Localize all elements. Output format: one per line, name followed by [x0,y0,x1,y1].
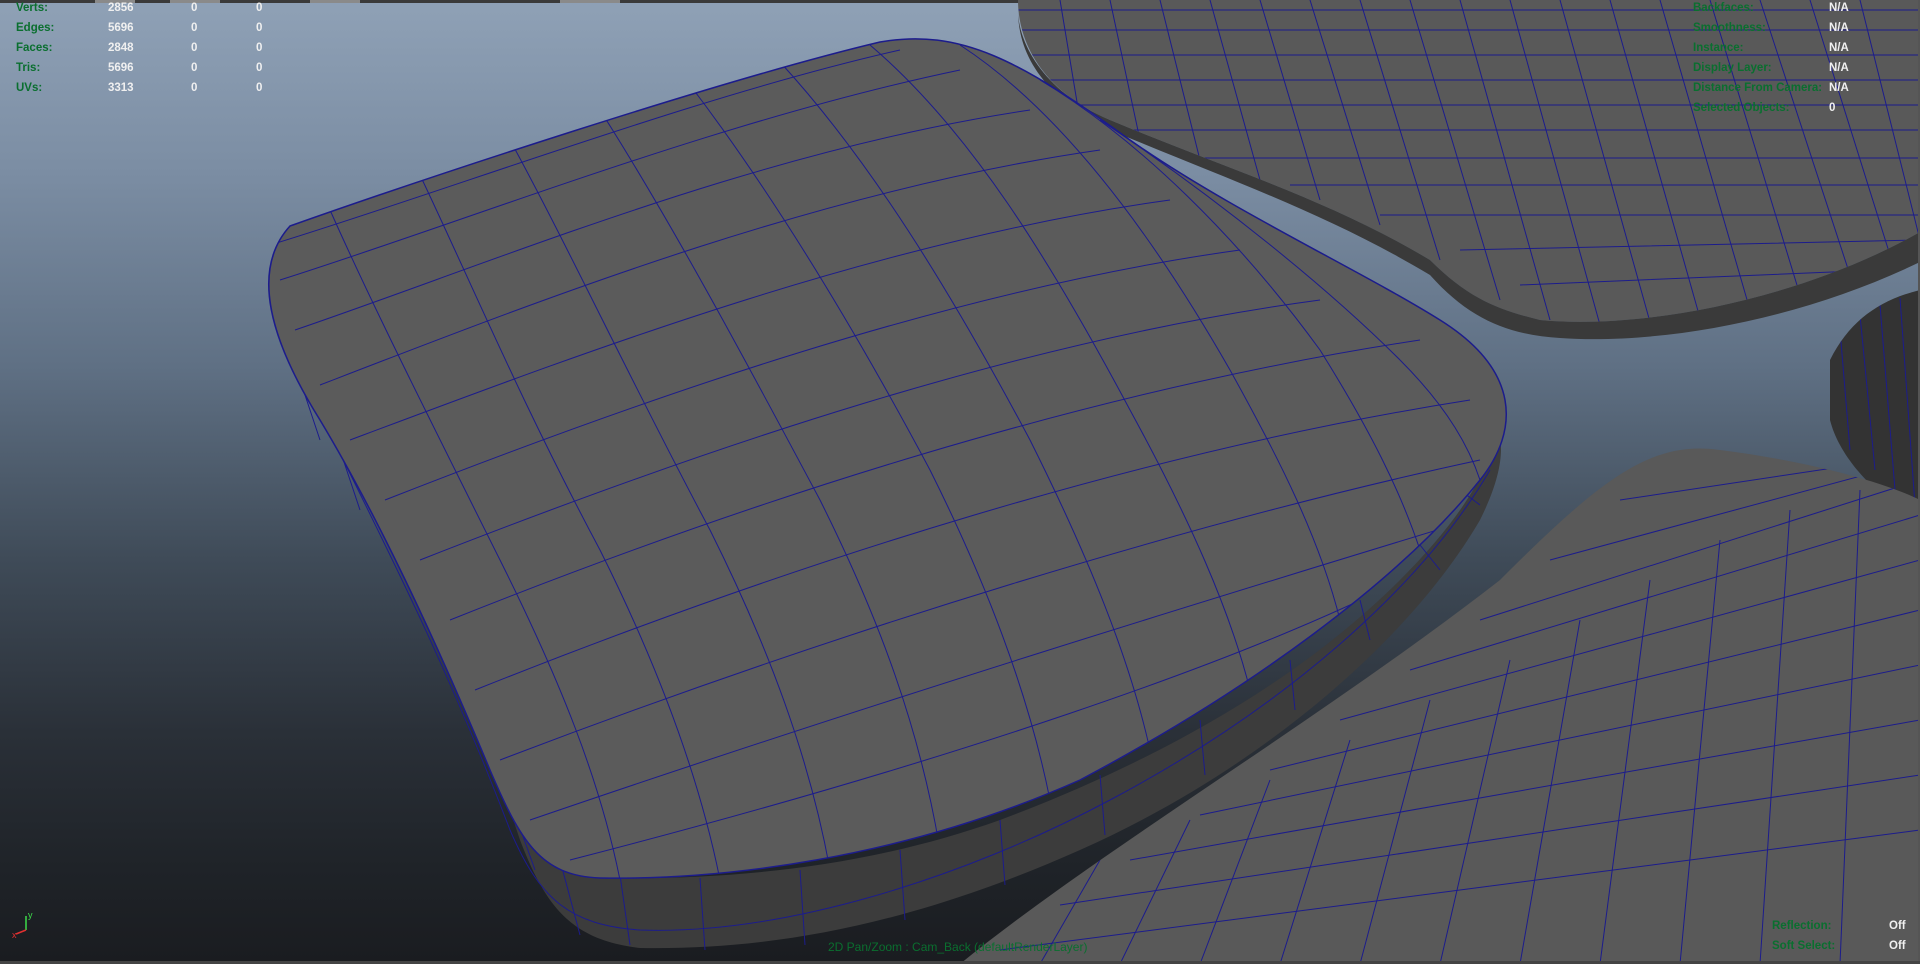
mesh-scene[interactable] [0,0,1920,964]
hud-label: Backfaces: [1693,2,1754,14]
hud-label: Edges: [16,22,55,34]
3d-viewport[interactable]: Verts: 2856 0 0 Edges: 5696 0 0 Faces: 2… [0,0,1920,964]
hud-value: 5696 [108,62,134,74]
view-axis-icon: y x [12,910,33,938]
hud-label: Faces: [16,42,53,54]
hud-label: Selected Objects: [1693,102,1790,114]
hud-value: 2848 [108,42,134,54]
hud-value: 0 [191,62,198,74]
hud-value: N/A [1829,22,1849,34]
hud-row-verts: Verts: 2856 0 0 [16,0,276,18]
hud-value: Off [1889,920,1906,932]
hud-value: 3313 [108,82,134,94]
hud-value: N/A [1829,42,1849,54]
hud-value: 5696 [108,22,134,34]
hud-value: 0 [256,42,263,54]
hud-value: N/A [1829,2,1849,14]
hud-row-selected-objects: Selected Objects: 0 [1693,98,1863,118]
hud-label: Smoothness: [1693,22,1766,34]
hud-value: 0 [256,22,263,34]
hud-row-reflection: Reflection: Off [1772,916,1906,936]
hud-label: Display Layer: [1693,62,1772,74]
hud-row-faces: Faces: 2848 0 0 [16,38,276,58]
hud-value: 0 [256,82,263,94]
object-info-hud: Backfaces: N/A Smoothness: N/A Instance:… [1693,0,1863,120]
hud-value: 0 [256,62,263,74]
hud-label: Tris: [16,62,41,74]
render-options-hud: Reflection: Off Soft Select: Off [1772,916,1906,956]
hud-label: Soft Select: [1772,940,1836,952]
poly-count-hud: Verts: 2856 0 0 Edges: 5696 0 0 Faces: 2… [16,0,276,100]
hud-value: 0 [256,2,263,14]
axis-x-label: x [12,930,17,938]
hud-label: UVs: [16,82,43,94]
hud-label: Instance: [1693,42,1744,54]
hud-label: Distance From Camera: [1693,82,1823,94]
camera-status-line: 2D Pan/Zoom : Cam_Back (defaultRenderLay… [828,940,1088,954]
hud-value: Off [1889,940,1906,952]
hud-row-edges: Edges: 5696 0 0 [16,18,276,38]
hud-value: N/A [1829,62,1849,74]
hud-row-distance: Distance From Camera: N/A [1693,78,1863,98]
hud-value: 0 [191,42,198,54]
hud-row-uvs: UVs: 3313 0 0 [16,78,276,98]
hud-value: 0 [191,82,198,94]
hud-row-tris: Tris: 5696 0 0 [16,58,276,78]
hud-row-display-layer: Display Layer: N/A [1693,58,1863,78]
hud-label: Reflection: [1772,920,1832,932]
hud-value: 2856 [108,2,134,14]
hud-row-backfaces: Backfaces: N/A [1693,0,1863,18]
hud-label: Verts: [16,2,48,14]
hud-row-smoothness: Smoothness: N/A [1693,18,1863,38]
hud-row-soft-select: Soft Select: Off [1772,936,1906,956]
hud-value: N/A [1829,82,1849,94]
hud-row-instance: Instance: N/A [1693,38,1863,58]
axis-y-label: y [28,910,33,920]
hud-value: 0 [1829,102,1836,114]
hud-value: 0 [191,22,198,34]
hud-value: 0 [191,2,198,14]
